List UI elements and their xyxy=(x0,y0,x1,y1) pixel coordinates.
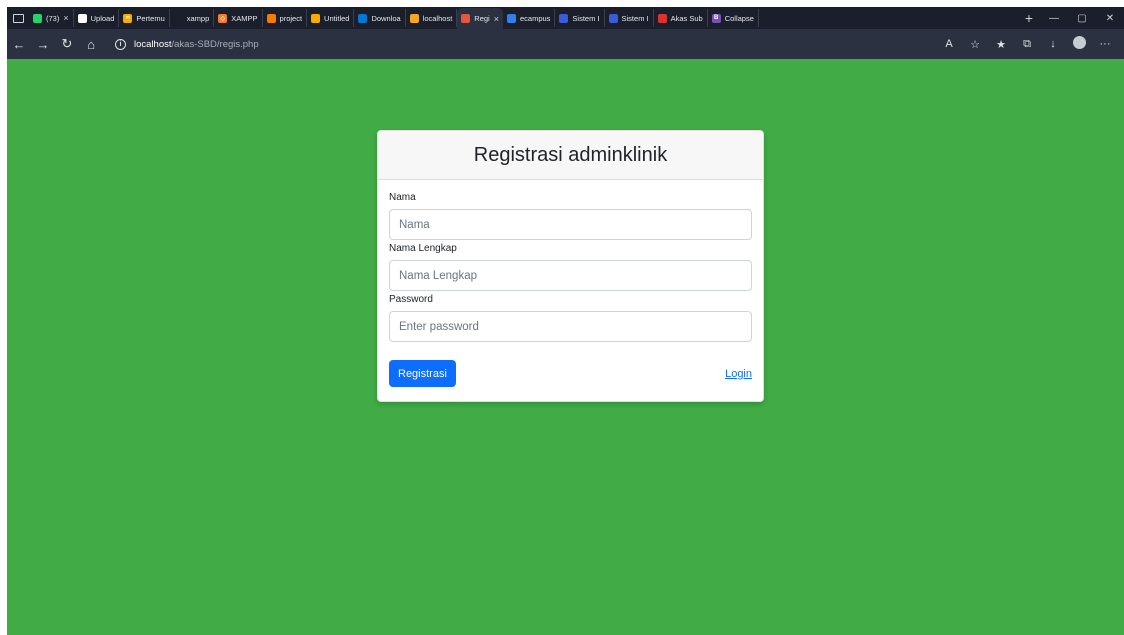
document-icon xyxy=(608,13,618,23)
download-icon xyxy=(358,13,368,23)
jupyter-icon xyxy=(266,13,276,23)
tab-13[interactable]: Akas Sub xyxy=(654,9,708,27)
maximize-button[interactable]: ▢ xyxy=(1068,13,1096,24)
favorites-icon[interactable]: ★ xyxy=(988,38,1014,51)
pdf-icon xyxy=(657,13,667,23)
tab-label: Untitled xyxy=(324,13,350,23)
tab-6[interactable]: Untitled xyxy=(307,9,355,27)
tab-9[interactable]: Regi × xyxy=(457,8,503,29)
colab-icon: ∞ xyxy=(123,13,133,23)
tab-11[interactable]: Sistem I xyxy=(555,9,605,27)
page-title: Registrasi adminklinik xyxy=(473,143,668,166)
url-path: /akas-SBD/regis.php xyxy=(171,38,259,50)
tab-3[interactable]: xampp xyxy=(170,9,215,27)
tab-7[interactable]: Downloa xyxy=(354,9,406,27)
notebook-icon xyxy=(311,13,321,23)
search-icon xyxy=(173,13,183,23)
home-button[interactable]: ⌂ xyxy=(79,32,103,56)
more-menu-icon[interactable]: ··· xyxy=(1092,38,1118,50)
password-input[interactable] xyxy=(389,311,752,342)
xampp-icon xyxy=(461,14,471,23)
avatar xyxy=(1072,36,1086,49)
url-host: localhost xyxy=(134,38,172,50)
phpmyadmin-icon xyxy=(409,13,419,23)
downloads-icon[interactable]: ↓ xyxy=(1040,38,1066,50)
tab-label: Akas Sub xyxy=(670,13,703,23)
tab-2[interactable]: ∞ Pertemu xyxy=(119,9,170,27)
password-label: Password xyxy=(389,294,433,305)
new-tab-button[interactable]: + xyxy=(1018,10,1040,26)
tab-label: Sistem I xyxy=(572,13,600,23)
tab-label: XAMPP xyxy=(231,13,258,23)
globe-icon xyxy=(506,13,516,23)
address-bar[interactable]: i localhost /akas-SBD/regis.php xyxy=(115,33,936,55)
form-actions: Registrasi Login xyxy=(389,360,752,387)
tab-label: ecampus xyxy=(519,13,551,23)
nama-lengkap-input[interactable] xyxy=(389,260,752,291)
tab-8[interactable]: localhost xyxy=(406,9,458,27)
xampp-icon: ◇ xyxy=(218,13,228,23)
browser-toolbar: ← → ↻ ⌂ i localhost /akas-SBD/regis.php … xyxy=(7,29,1124,59)
tab-4[interactable]: ◇ XAMPP xyxy=(214,9,263,27)
tab-0[interactable]: (73) × xyxy=(29,9,74,27)
read-aloud-icon[interactable]: A xyxy=(936,38,962,50)
registration-card: Registrasi adminklinik Nama Nama Lengkap… xyxy=(377,130,764,402)
back-button[interactable]: ← xyxy=(7,32,31,56)
add-favorite-icon[interactable]: ☆ xyxy=(962,38,988,51)
tab-14[interactable]: B Collapse xyxy=(708,9,759,27)
page-content: Registrasi adminklinik Nama Nama Lengkap… xyxy=(7,59,1124,635)
card-header: Registrasi adminklinik xyxy=(378,131,763,180)
github-icon xyxy=(77,13,87,23)
tab-1[interactable]: Upload xyxy=(74,9,120,27)
tab-label: Pertemu xyxy=(136,13,165,23)
document-icon xyxy=(559,13,569,23)
refresh-button[interactable]: ↻ xyxy=(55,32,79,56)
tab-5[interactable]: project xyxy=(263,9,308,27)
collections-icon[interactable]: ⧉ xyxy=(1014,38,1040,51)
tab-close-icon[interactable]: × xyxy=(494,14,499,24)
registrasi-button[interactable]: Registrasi xyxy=(389,360,456,387)
tab-label: Sistem I xyxy=(621,13,649,23)
tab-label: Upload xyxy=(90,13,115,23)
tab-close-icon[interactable]: × xyxy=(63,13,68,23)
minimize-button[interactable]: — xyxy=(1040,13,1068,24)
window-controls: — ▢ ✕ xyxy=(1040,7,1124,29)
tab-label: Downloa xyxy=(371,13,401,23)
tab-label: Regi xyxy=(474,14,490,23)
tab-10[interactable]: ecampus xyxy=(503,9,556,27)
tab-strip: (73) × Upload ∞ Pertemu xampp ◇ XAMPP project Unt… xyxy=(7,7,1124,29)
card-body: Nama Nama Lengkap Password Registrasi Lo… xyxy=(378,180,763,387)
tab-label: xampp xyxy=(186,13,210,23)
nama-label: Nama xyxy=(389,192,416,203)
tab-label: localhost xyxy=(422,13,453,23)
nama-input[interactable] xyxy=(389,209,752,240)
forward-button[interactable]: → xyxy=(31,32,55,56)
toolbar-right-icons: A ☆ ★ ⧉ ↓ ··· xyxy=(936,36,1118,52)
tab-actions-icon xyxy=(12,13,24,23)
profile-button[interactable] xyxy=(1066,36,1092,52)
browser-window: (73) × Upload ∞ Pertemu xampp ◇ XAMPP project Unt… xyxy=(7,7,1124,635)
tab-label: project xyxy=(279,13,303,23)
tab-list: (73) × Upload ∞ Pertemu xampp ◇ XAMPP project Unt… xyxy=(29,7,1018,29)
info-icon[interactable]: i xyxy=(115,38,126,50)
nama-lengkap-label: Nama Lengkap xyxy=(389,243,457,254)
tab-12[interactable]: Sistem I xyxy=(605,9,654,27)
login-link[interactable]: Login xyxy=(725,368,752,380)
bootstrap-icon: B xyxy=(711,13,721,23)
whatsapp-icon xyxy=(33,13,42,23)
tab-label: (73) xyxy=(46,13,60,23)
tab-label: Collapse xyxy=(724,13,754,23)
tab-actions-button[interactable] xyxy=(7,7,29,29)
close-window-button[interactable]: ✕ xyxy=(1096,13,1124,24)
